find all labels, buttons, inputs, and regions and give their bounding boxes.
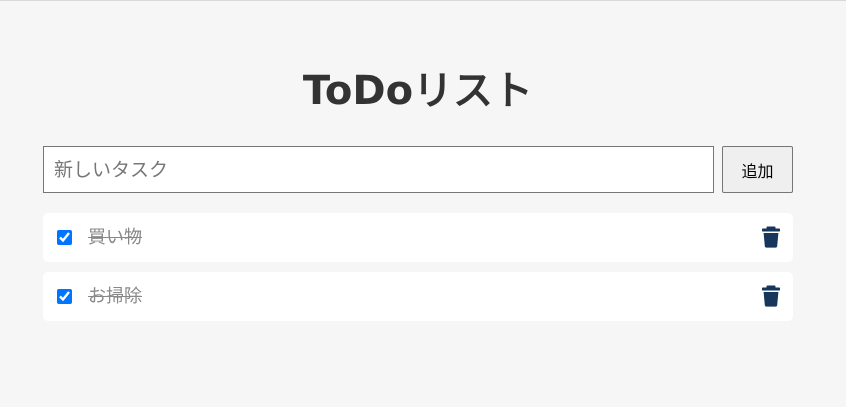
- todo-text: お掃除: [88, 286, 142, 307]
- new-task-input[interactable]: [43, 146, 714, 193]
- delete-button[interactable]: [761, 226, 781, 248]
- add-button[interactable]: 追加: [722, 146, 793, 193]
- trash-icon: [762, 285, 780, 307]
- todo-list: 買い物 お掃除: [43, 213, 793, 331]
- todo-item: お掃除: [43, 272, 793, 321]
- delete-button[interactable]: [761, 285, 781, 307]
- todo-item: 買い物: [43, 213, 793, 262]
- trash-icon: [762, 226, 780, 248]
- todo-text: 買い物: [88, 227, 142, 248]
- page-title: ToDoリスト: [302, 68, 534, 114]
- todo-complete-checkbox[interactable]: [57, 289, 72, 304]
- todo-complete-checkbox[interactable]: [57, 230, 72, 245]
- new-task-form: 追加: [43, 146, 793, 193]
- window-top-border: [0, 0, 846, 1]
